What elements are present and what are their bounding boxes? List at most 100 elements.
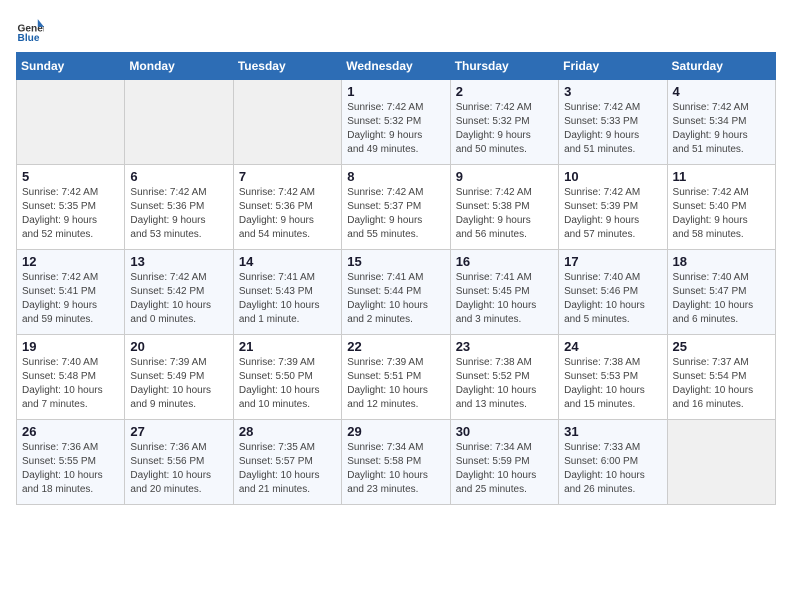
day-number: 2 — [456, 84, 553, 99]
day-number: 31 — [564, 424, 661, 439]
page-header: General Blue — [16, 16, 776, 44]
calendar-cell: 24 Sunrise: 7:38 AM Sunset: 5:53 PM Dayli… — [559, 335, 667, 420]
calendar-cell — [667, 420, 775, 505]
week-row-2: 5Sunrise: 7:42 AM Sunset: 5:35 PM Daylig… — [17, 165, 776, 250]
day-number: 24 — [564, 339, 661, 354]
day-info: Sunrise: 7:42 AM Sunset: 5:39 PM Dayligh… — [564, 186, 661, 242]
day-info: Sunrise: 7:42 AM Sunset: 5:41 PM Dayligh… — [22, 271, 119, 327]
day-info: Sunrise: 7:36 AM Sunset: 5:56 PM Dayligh… — [130, 441, 227, 497]
day-number: 8 — [347, 169, 444, 184]
day-number: 12 — [22, 254, 119, 269]
calendar-cell: 13 Sunrise: 7:42 AM Sunset: 5:42 PM Dayli… — [125, 250, 233, 335]
day-info: Sunrise: 7:34 AM Sunset: 5:59 PM Dayligh… — [456, 441, 553, 497]
day-info: Sunrise: 7:37 AM Sunset: 5:54 PM Dayligh… — [673, 356, 770, 412]
day-number: 7 — [239, 169, 336, 184]
day-info: Sunrise: 7:42 AM Sunset: 5:33 PM Dayligh… — [564, 101, 661, 157]
day-info: Sunrise: 7:36 AM Sunset: 5:55 PM Dayligh… — [22, 441, 119, 497]
weekday-header-monday: Monday — [125, 53, 233, 80]
calendar-cell: 28 Sunrise: 7:35 AM Sunset: 5:57 PM Dayli… — [233, 420, 341, 505]
day-number: 9 — [456, 169, 553, 184]
day-number: 11 — [673, 169, 770, 184]
day-number: 4 — [673, 84, 770, 99]
day-info: Sunrise: 7:42 AM Sunset: 5:37 PM Dayligh… — [347, 186, 444, 242]
calendar-cell — [17, 80, 125, 165]
calendar-cell: 22 Sunrise: 7:39 AM Sunset: 5:51 PM Dayli… — [342, 335, 450, 420]
day-info: Sunrise: 7:42 AM Sunset: 5:38 PM Dayligh… — [456, 186, 553, 242]
calendar-table: SundayMondayTuesdayWednesdayThursdayFrid… — [16, 52, 776, 505]
calendar-cell: 4 Sunrise: 7:42 AM Sunset: 5:34 PM Daylig… — [667, 80, 775, 165]
weekday-header-friday: Friday — [559, 53, 667, 80]
calendar-cell — [125, 80, 233, 165]
day-number: 19 — [22, 339, 119, 354]
day-info: Sunrise: 7:41 AM Sunset: 5:45 PM Dayligh… — [456, 271, 553, 327]
calendar-cell: 3 Sunrise: 7:42 AM Sunset: 5:33 PM Daylig… — [559, 80, 667, 165]
day-info: Sunrise: 7:42 AM Sunset: 5:32 PM Dayligh… — [456, 101, 553, 157]
weekday-header-saturday: Saturday — [667, 53, 775, 80]
weekday-header-row: SundayMondayTuesdayWednesdayThursdayFrid… — [17, 53, 776, 80]
day-info: Sunrise: 7:35 AM Sunset: 5:57 PM Dayligh… — [239, 441, 336, 497]
calendar-cell: 25Sunrise: 7:37 AM Sunset: 5:54 PM Dayli… — [667, 335, 775, 420]
week-row-1: 1 Sunrise: 7:42 AM Sunset: 5:32 PM Daylig… — [17, 80, 776, 165]
calendar-cell: 27Sunrise: 7:36 AM Sunset: 5:56 PM Dayli… — [125, 420, 233, 505]
week-row-4: 19Sunrise: 7:40 AM Sunset: 5:48 PM Dayli… — [17, 335, 776, 420]
calendar-cell: 2 Sunrise: 7:42 AM Sunset: 5:32 PM Daylig… — [450, 80, 558, 165]
weekday-header-sunday: Sunday — [17, 53, 125, 80]
calendar-cell: 17Sunrise: 7:40 AM Sunset: 5:46 PM Dayli… — [559, 250, 667, 335]
day-info: Sunrise: 7:41 AM Sunset: 5:43 PM Dayligh… — [239, 271, 336, 327]
day-number: 10 — [564, 169, 661, 184]
calendar-cell: 5Sunrise: 7:42 AM Sunset: 5:35 PM Daylig… — [17, 165, 125, 250]
day-number: 6 — [130, 169, 227, 184]
day-info: Sunrise: 7:40 AM Sunset: 5:47 PM Dayligh… — [673, 271, 770, 327]
calendar-cell: 15 Sunrise: 7:41 AM Sunset: 5:44 PM Dayli… — [342, 250, 450, 335]
calendar-cell: 23 Sunrise: 7:38 AM Sunset: 5:52 PM Dayli… — [450, 335, 558, 420]
day-info: Sunrise: 7:42 AM Sunset: 5:32 PM Dayligh… — [347, 101, 444, 157]
calendar-cell: 31 Sunrise: 7:33 AM Sunset: 6:00 PM Dayli… — [559, 420, 667, 505]
day-number: 15 — [347, 254, 444, 269]
day-info: Sunrise: 7:38 AM Sunset: 5:52 PM Dayligh… — [456, 356, 553, 412]
day-number: 20 — [130, 339, 227, 354]
day-number: 21 — [239, 339, 336, 354]
day-info: Sunrise: 7:33 AM Sunset: 6:00 PM Dayligh… — [564, 441, 661, 497]
day-info: Sunrise: 7:42 AM Sunset: 5:36 PM Dayligh… — [239, 186, 336, 242]
day-info: Sunrise: 7:42 AM Sunset: 5:36 PM Dayligh… — [130, 186, 227, 242]
calendar-cell: 10 Sunrise: 7:42 AM Sunset: 5:39 PM Dayli… — [559, 165, 667, 250]
day-info: Sunrise: 7:41 AM Sunset: 5:44 PM Dayligh… — [347, 271, 444, 327]
day-info: Sunrise: 7:39 AM Sunset: 5:50 PM Dayligh… — [239, 356, 336, 412]
day-number: 23 — [456, 339, 553, 354]
day-number: 3 — [564, 84, 661, 99]
day-info: Sunrise: 7:42 AM Sunset: 5:42 PM Dayligh… — [130, 271, 227, 327]
calendar-cell: 12 Sunrise: 7:42 AM Sunset: 5:41 PM Dayli… — [17, 250, 125, 335]
day-info: Sunrise: 7:42 AM Sunset: 5:40 PM Dayligh… — [673, 186, 770, 242]
day-info: Sunrise: 7:38 AM Sunset: 5:53 PM Dayligh… — [564, 356, 661, 412]
calendar-cell: 19Sunrise: 7:40 AM Sunset: 5:48 PM Dayli… — [17, 335, 125, 420]
calendar-cell: 29Sunrise: 7:34 AM Sunset: 5:58 PM Dayli… — [342, 420, 450, 505]
day-number: 22 — [347, 339, 444, 354]
day-number: 13 — [130, 254, 227, 269]
calendar-cell: 20Sunrise: 7:39 AM Sunset: 5:49 PM Dayli… — [125, 335, 233, 420]
logo-icon: General Blue — [16, 16, 44, 44]
day-info: Sunrise: 7:42 AM Sunset: 5:34 PM Dayligh… — [673, 101, 770, 157]
day-number: 18 — [673, 254, 770, 269]
day-info: Sunrise: 7:34 AM Sunset: 5:58 PM Dayligh… — [347, 441, 444, 497]
calendar-cell: 14 Sunrise: 7:41 AM Sunset: 5:43 PM Dayli… — [233, 250, 341, 335]
calendar-cell: 11 Sunrise: 7:42 AM Sunset: 5:40 PM Dayli… — [667, 165, 775, 250]
day-info: Sunrise: 7:40 AM Sunset: 5:46 PM Dayligh… — [564, 271, 661, 327]
calendar-cell: 1 Sunrise: 7:42 AM Sunset: 5:32 PM Daylig… — [342, 80, 450, 165]
day-number: 14 — [239, 254, 336, 269]
calendar-cell: 21 Sunrise: 7:39 AM Sunset: 5:50 PM Dayli… — [233, 335, 341, 420]
calendar-cell: 30Sunrise: 7:34 AM Sunset: 5:59 PM Dayli… — [450, 420, 558, 505]
logo: General Blue — [16, 16, 48, 44]
calendar-cell — [233, 80, 341, 165]
day-info: Sunrise: 7:42 AM Sunset: 5:35 PM Dayligh… — [22, 186, 119, 242]
weekday-header-tuesday: Tuesday — [233, 53, 341, 80]
svg-text:Blue: Blue — [18, 33, 40, 44]
calendar-cell: 18 Sunrise: 7:40 AM Sunset: 5:47 PM Dayli… — [667, 250, 775, 335]
calendar-cell: 26Sunrise: 7:36 AM Sunset: 5:55 PM Dayli… — [17, 420, 125, 505]
calendar-cell: 9 Sunrise: 7:42 AM Sunset: 5:38 PM Daylig… — [450, 165, 558, 250]
day-number: 1 — [347, 84, 444, 99]
day-info: Sunrise: 7:39 AM Sunset: 5:51 PM Dayligh… — [347, 356, 444, 412]
day-number: 28 — [239, 424, 336, 439]
day-number: 16 — [456, 254, 553, 269]
week-row-5: 26Sunrise: 7:36 AM Sunset: 5:55 PM Dayli… — [17, 420, 776, 505]
weekday-header-wednesday: Wednesday — [342, 53, 450, 80]
